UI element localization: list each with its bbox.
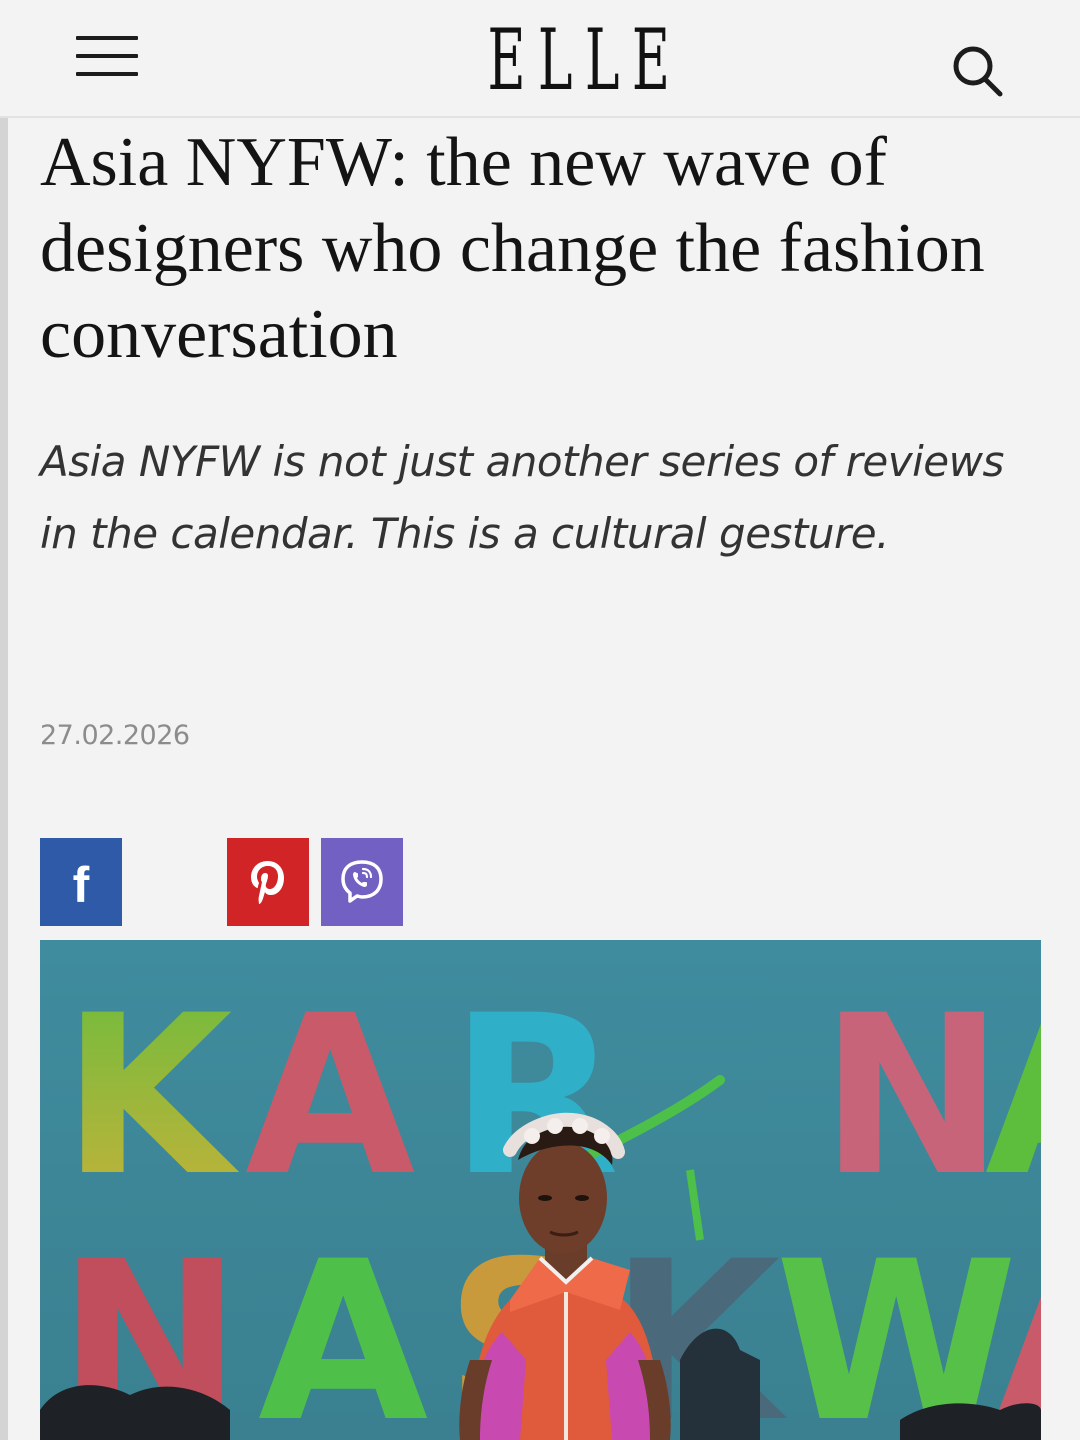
hamburger-menu-icon[interactable] xyxy=(76,36,140,80)
backdrop-letter: A xyxy=(985,968,1041,1224)
viber-icon xyxy=(341,860,383,903)
article-dek: Asia NYFW is not just another series of … xyxy=(40,437,1004,558)
site-header: ELLE xyxy=(0,0,1080,118)
share-facebook-button[interactable]: f xyxy=(40,838,122,926)
pinterest-icon xyxy=(251,861,284,904)
backdrop-letter: N xyxy=(820,968,1004,1224)
backdrop-letter: A xyxy=(258,1214,428,1440)
share-viber-button[interactable] xyxy=(321,838,403,926)
backdrop-letter: A xyxy=(245,968,415,1224)
search-icon[interactable] xyxy=(948,42,1008,102)
facebook-icon: f xyxy=(72,857,90,913)
article-date: 27.02.2026 xyxy=(40,720,190,751)
left-edge-shadow xyxy=(0,0,8,1440)
share-pinterest-button[interactable] xyxy=(227,838,309,926)
hero-image: K A R N A N A S K W A xyxy=(40,940,1041,1440)
elle-logo[interactable]: ELLE xyxy=(488,12,670,108)
backdrop-letter: K xyxy=(62,968,240,1224)
article-title: Asia NYFW: the new wave of designers who… xyxy=(40,124,985,373)
